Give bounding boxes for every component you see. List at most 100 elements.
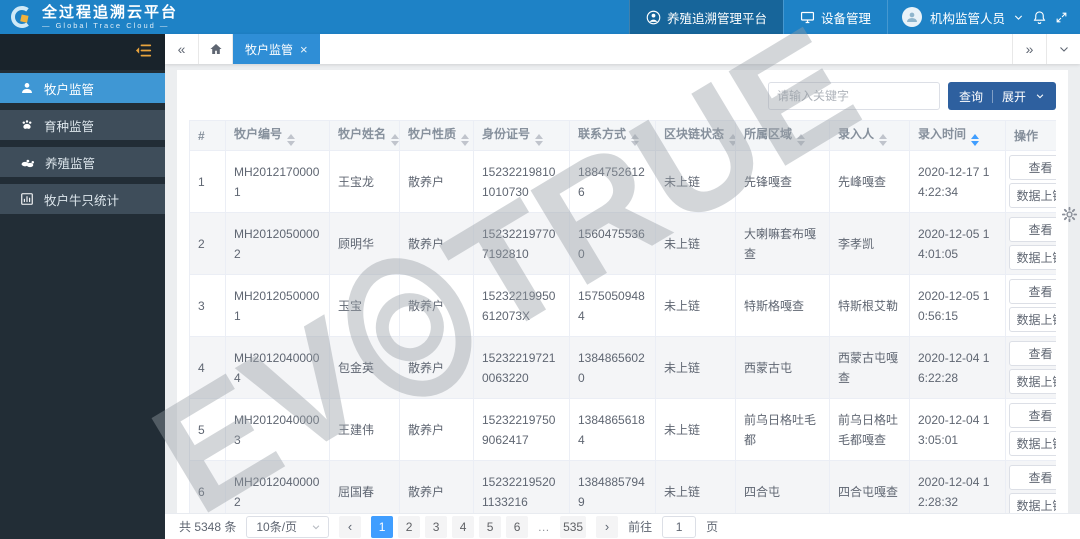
column-label: 区块链状态 bbox=[664, 127, 725, 141]
query-expand-button[interactable]: 查询 展开 bbox=[947, 82, 1056, 110]
view-button[interactable]: 查看 bbox=[1008, 403, 1056, 428]
app-subtitle: — Global Trace Cloud — bbox=[42, 20, 170, 30]
column-header-recorder[interactable]: 录入人 bbox=[829, 120, 910, 151]
column-header-id_number[interactable]: 身份证号 bbox=[473, 120, 570, 151]
column-header-region[interactable]: 所属区域 bbox=[735, 120, 830, 151]
sidebar: 牧户监管育种监管养殖监管牧户牛只统计 bbox=[0, 34, 165, 539]
sidebar-item-herder-supervision[interactable]: 牧户监管 bbox=[0, 73, 165, 103]
tabs-scroll-left-button[interactable]: « bbox=[165, 34, 199, 64]
user-menu[interactable]: 机构监管人员 bbox=[886, 0, 1080, 34]
chevron-down-icon bbox=[312, 524, 320, 529]
chain-upload-button[interactable]: 数据上链 bbox=[1008, 183, 1056, 208]
header-nav-trace-platform[interactable]: 养殖追溯管理平台 bbox=[628, 0, 783, 34]
expand-button-label[interactable]: 展开 bbox=[1002, 88, 1026, 105]
cell-chain_status: 未上链 bbox=[655, 212, 736, 275]
cell-index: 3 bbox=[189, 274, 226, 337]
column-header-type[interactable]: 牧户性质 bbox=[399, 120, 474, 151]
sidebar-item-label: 养殖监管 bbox=[45, 156, 96, 171]
settings-gear-icon[interactable] bbox=[1061, 206, 1078, 226]
column-header-record_time[interactable]: 录入时间 bbox=[909, 120, 1006, 151]
column-header-chain_status[interactable]: 区块链状态 bbox=[655, 120, 736, 151]
bell-icon[interactable] bbox=[1032, 10, 1047, 25]
fullscreen-icon[interactable] bbox=[1055, 11, 1068, 24]
header-nav-device-management[interactable]: 设备管理 bbox=[782, 0, 887, 34]
user-circle-icon bbox=[646, 10, 661, 25]
chain-upload-button[interactable]: 数据上链 bbox=[1008, 431, 1056, 456]
sort-carets-icon[interactable] bbox=[461, 134, 470, 146]
table-row: 3 MH20120500001 玉宝 散养户 15232219950612073X 157… bbox=[189, 274, 1056, 337]
table-row: 5 MH20120400003 王建伟 散养户 152322197509062417 13… bbox=[189, 398, 1056, 461]
close-icon[interactable]: × bbox=[300, 43, 308, 56]
pager-page-2[interactable]: 2 bbox=[398, 515, 421, 538]
cell-name: 屈国春 bbox=[329, 460, 400, 513]
pager-prev-button[interactable]: ‹ bbox=[339, 515, 362, 538]
query-button-label[interactable]: 查询 bbox=[959, 88, 983, 105]
data-panel: 查询 展开 # 牧户编号 牧户姓名 牧户性质 身份证号 联系方式 区块链状态 所属区域 录入人 录… bbox=[177, 70, 1068, 513]
sort-carets-icon[interactable] bbox=[631, 134, 640, 146]
pager-page-6[interactable]: 6 bbox=[506, 515, 529, 538]
chain-upload-button[interactable]: 数据上链 bbox=[1008, 493, 1056, 513]
menu-fold-icon[interactable] bbox=[134, 41, 153, 63]
table-row: 6 MH20120400002 屈国春 散养户 152322195201133216 13… bbox=[189, 460, 1056, 513]
cell-record_time: 2020-12-04 13:05:01 bbox=[909, 398, 1006, 461]
column-label: 身份证号 bbox=[482, 127, 531, 141]
chevron-down-icon bbox=[1013, 12, 1024, 23]
cell-record_time: 2020-12-04 12:28:32 bbox=[909, 460, 1006, 513]
view-button[interactable]: 查看 bbox=[1008, 217, 1056, 242]
tabs-options-button[interactable] bbox=[1046, 34, 1080, 64]
view-button[interactable]: 查看 bbox=[1008, 279, 1056, 304]
cell-index: 2 bbox=[189, 212, 226, 275]
sort-carets-icon[interactable] bbox=[535, 134, 544, 146]
sort-carets-icon[interactable] bbox=[287, 134, 296, 146]
cell-index: 4 bbox=[189, 336, 226, 399]
cell-id_number: 152322198101010730 bbox=[473, 150, 570, 213]
pager-ellipsis[interactable]: … bbox=[533, 516, 555, 538]
cell-chain_status: 未上链 bbox=[655, 460, 736, 513]
search-input[interactable] bbox=[767, 82, 940, 110]
goto-page-input[interactable] bbox=[662, 515, 697, 538]
sort-carets-icon[interactable] bbox=[797, 134, 806, 146]
column-header-actions: 操作 bbox=[1005, 120, 1056, 151]
view-button[interactable]: 查看 bbox=[1008, 341, 1056, 366]
tabs-scroll-right-button[interactable]: » bbox=[1012, 34, 1046, 64]
chain-upload-button[interactable]: 数据上链 bbox=[1008, 245, 1056, 270]
avatar bbox=[901, 7, 922, 27]
button-divider bbox=[991, 89, 993, 103]
cell-id_number: 152322195201133216 bbox=[473, 460, 570, 513]
cell-name: 包金英 bbox=[329, 336, 400, 399]
pager-page-1[interactable]: 1 bbox=[371, 515, 394, 538]
cell-id_number: 15232219950612073X bbox=[473, 274, 570, 337]
page-size-select[interactable]: 10条/页 bbox=[246, 515, 330, 538]
cell-code: MH20120400002 bbox=[225, 460, 330, 513]
column-header-phone[interactable]: 联系方式 bbox=[569, 120, 656, 151]
sort-carets-icon[interactable] bbox=[879, 134, 888, 146]
tab-herder-supervision[interactable]: 牧户监管 × bbox=[233, 34, 320, 64]
chain-upload-button[interactable]: 数据上链 bbox=[1008, 369, 1056, 394]
cell-code: MH20120500002 bbox=[225, 212, 330, 275]
pager-page-4[interactable]: 4 bbox=[452, 515, 475, 538]
pager-next-button[interactable]: › bbox=[596, 515, 619, 538]
sidebar-item-farming-supervision[interactable]: 养殖监管 bbox=[0, 147, 165, 177]
cell-region: 前乌日格吐毛都 bbox=[735, 398, 830, 461]
table-header-row: # 牧户编号 牧户姓名 牧户性质 身份证号 联系方式 区块链状态 所属区域 录入人 录入时间 操作 bbox=[189, 120, 1056, 151]
pager-page-5[interactable]: 5 bbox=[479, 515, 502, 538]
cell-record_time: 2020-12-17 14:22:34 bbox=[909, 150, 1006, 213]
view-button[interactable]: 查看 bbox=[1008, 155, 1056, 180]
pager-page-3[interactable]: 3 bbox=[425, 515, 448, 538]
pager-page-535[interactable]: 535 bbox=[560, 515, 587, 538]
sort-carets-icon[interactable] bbox=[391, 134, 399, 146]
chain-upload-button[interactable]: 数据上链 bbox=[1008, 307, 1056, 332]
cell-region: 先锋嘎查 bbox=[735, 150, 830, 213]
cell-phone: 18847526126 bbox=[569, 150, 656, 213]
table-container: # 牧户编号 牧户姓名 牧户性质 身份证号 联系方式 区块链状态 所属区域 录入人 录入时间 操作 1… bbox=[189, 120, 1056, 513]
cell-name: 王宝龙 bbox=[329, 150, 400, 213]
sidebar-item-breeding-supervision[interactable]: 育种监管 bbox=[0, 110, 165, 140]
sort-carets-icon[interactable] bbox=[971, 134, 980, 146]
home-tab-button[interactable] bbox=[199, 34, 233, 64]
view-button[interactable]: 查看 bbox=[1008, 465, 1056, 490]
sidebar-item-cattle-statistics[interactable]: 牧户牛只统计 bbox=[0, 184, 165, 214]
sort-carets-icon[interactable] bbox=[729, 134, 735, 146]
column-header-name[interactable]: 牧户姓名 bbox=[329, 120, 400, 151]
column-header-code[interactable]: 牧户编号 bbox=[225, 120, 330, 151]
column-label: 牧户编号 bbox=[234, 127, 283, 141]
